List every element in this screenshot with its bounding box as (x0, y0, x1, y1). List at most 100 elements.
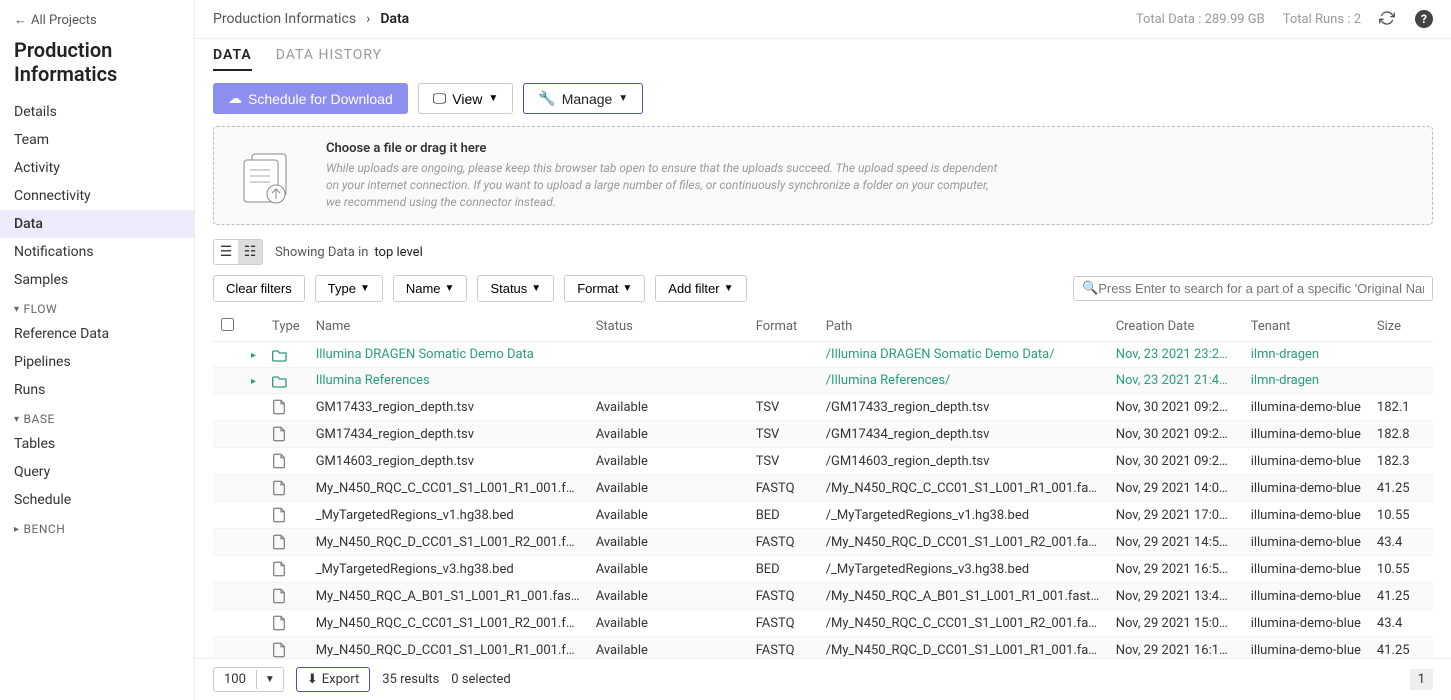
col-name[interactable]: Name (308, 312, 588, 342)
col-tenant[interactable]: Tenant (1243, 312, 1369, 342)
group-flow[interactable]: ▾ FLOW (0, 294, 194, 320)
row-tenant: illumina-demo-blue (1243, 421, 1369, 448)
row-name[interactable]: My_N450_RQC_C_CC01_S1_L001_R2_001.fastq.… (308, 610, 588, 637)
nav-runs[interactable]: Runs (0, 376, 194, 404)
col-date[interactable]: Creation Date (1108, 312, 1243, 342)
arrow-left-icon: ← (14, 12, 27, 28)
row-name[interactable]: My_N450_RQC_C_CC01_S1_L001_R1_001.fastq.… (308, 475, 588, 502)
page-number[interactable]: 1 (1410, 669, 1433, 690)
view-button[interactable]: 🖵 View ▼ (418, 83, 514, 114)
refresh-icon[interactable] (1379, 10, 1397, 28)
row-name[interactable]: My_N450_RQC_D_CC01_S1_L001_R1_001.fastq.… (308, 637, 588, 658)
nav-samples[interactable]: Samples (0, 266, 194, 294)
table-row[interactable]: GM14603_region_depth.tsvAvailableTSV/GM1… (213, 448, 1433, 475)
table-row[interactable]: _MyTargetedRegions_v1.hg38.bedAvailableB… (213, 502, 1433, 529)
nav-details[interactable]: Details (0, 98, 194, 126)
row-date: Nov, 23 2021 23:26:… (1108, 342, 1243, 368)
file-icon (264, 502, 308, 529)
folder-icon (264, 342, 308, 368)
nav-connectivity[interactable]: Connectivity (0, 182, 194, 210)
row-tenant: illumina-demo-blue (1243, 448, 1369, 475)
file-icon (264, 556, 308, 583)
manage-button[interactable]: 🔧 Manage ▼ (523, 83, 643, 114)
row-name[interactable]: My_N450_RQC_D_CC01_S1_L001_R2_001.fastq.… (308, 529, 588, 556)
nav-activity[interactable]: Activity (0, 154, 194, 182)
expand-icon[interactable]: ▸ (251, 376, 256, 387)
nav-schedule[interactable]: Schedule (0, 486, 194, 514)
file-icon (264, 421, 308, 448)
table-row[interactable]: _MyTargetedRegions_v3.hg38.bedAvailableB… (213, 556, 1433, 583)
table-row[interactable]: My_N450_RQC_A_B01_S1_L001_R1_001.fastq.g… (213, 583, 1433, 610)
row-status: Available (588, 475, 748, 502)
file-dropzone[interactable]: Choose a file or drag it here While uplo… (213, 126, 1433, 225)
row-name[interactable]: Illumina DRAGEN Somatic Demo Data (308, 342, 588, 368)
table-row[interactable]: My_N450_RQC_C_CC01_S1_L001_R1_001.fastq.… (213, 475, 1433, 502)
row-name[interactable]: GM17434_region_depth.tsv (308, 421, 588, 448)
table-row[interactable]: ▸Illumina DRAGEN Somatic Demo Data/Illum… (213, 342, 1433, 368)
search-input[interactable] (1098, 281, 1424, 296)
row-name[interactable]: My_N450_RQC_A_B01_S1_L001_R1_001.fastq.g… (308, 583, 588, 610)
row-path: /GM17434_region_depth.tsv (818, 421, 1108, 448)
row-name[interactable]: _MyTargetedRegions_v3.hg38.bed (308, 556, 588, 583)
caret-icon: ▾ (14, 414, 20, 425)
nav-reference-data[interactable]: Reference Data (0, 320, 194, 348)
list-view-toggle[interactable]: ☰ (214, 240, 238, 264)
table-row[interactable]: GM17433_region_depth.tsvAvailableTSV/GM1… (213, 394, 1433, 421)
export-button[interactable]: ⬇ Export (296, 667, 370, 692)
row-date: Nov, 23 2021 21:45:… (1108, 368, 1243, 394)
schedule-download-button[interactable]: ☁ Schedule for Download (213, 83, 408, 114)
row-name[interactable]: GM14603_region_depth.tsv (308, 448, 588, 475)
table-row[interactable]: GM17434_region_depth.tsvAvailableTSV/GM1… (213, 421, 1433, 448)
row-size: 43.4 (1369, 610, 1433, 637)
nav-notifications[interactable]: Notifications (0, 238, 194, 266)
expand-icon[interactable]: ▸ (251, 350, 256, 361)
row-format: FASTQ (748, 475, 818, 502)
select-all-checkbox[interactable] (221, 318, 234, 331)
filter-type[interactable]: Type ▼ (315, 275, 383, 302)
tab-data-history[interactable]: DATA HISTORY (276, 47, 382, 71)
tab-data[interactable]: DATA (213, 47, 252, 71)
page-size-select[interactable]: 100▼ (213, 667, 284, 692)
row-tenant: illumina-demo-blue (1243, 610, 1369, 637)
col-format[interactable]: Format (748, 312, 818, 342)
back-all-projects[interactable]: ← All Projects (0, 12, 194, 38)
nav-query[interactable]: Query (0, 458, 194, 486)
row-format (748, 342, 818, 368)
row-format: TSV (748, 421, 818, 448)
row-name[interactable]: _MyTargetedRegions_v1.hg38.bed (308, 502, 588, 529)
table-row[interactable]: My_N450_RQC_D_CC01_S1_L001_R2_001.fastq.… (213, 529, 1433, 556)
col-size[interactable]: Size (1369, 312, 1433, 342)
filter-status[interactable]: Status ▼ (477, 275, 554, 302)
row-size: 10.55 (1369, 502, 1433, 529)
file-icon (264, 637, 308, 658)
clear-filters-button[interactable]: Clear filters (213, 275, 305, 302)
nav-tables[interactable]: Tables (0, 430, 194, 458)
nav-pipelines[interactable]: Pipelines (0, 348, 194, 376)
col-type[interactable]: Type (264, 312, 308, 342)
tree-view-toggle[interactable]: ☷ (238, 240, 262, 264)
add-filter-button[interactable]: Add filter ▼ (655, 275, 746, 302)
table-row[interactable]: My_N450_RQC_D_CC01_S1_L001_R1_001.fastq.… (213, 637, 1433, 658)
nav-team[interactable]: Team (0, 126, 194, 154)
col-path[interactable]: Path (818, 312, 1108, 342)
col-status[interactable]: Status (588, 312, 748, 342)
row-status (588, 368, 748, 394)
file-icon (264, 475, 308, 502)
table-row[interactable]: ▸Illumina References/Illumina References… (213, 368, 1433, 394)
row-status: Available (588, 556, 748, 583)
row-name[interactable]: Illumina References (308, 368, 588, 394)
group-base[interactable]: ▾ BASE (0, 404, 194, 430)
group-bench[interactable]: ▸ BENCH (0, 514, 194, 540)
row-tenant: illumina-demo-blue (1243, 556, 1369, 583)
search-box[interactable]: 🔍 (1073, 276, 1433, 301)
row-date: Nov, 30 2021 09:25:… (1108, 448, 1243, 475)
filter-format[interactable]: Format ▼ (564, 275, 645, 302)
breadcrumb-parent[interactable]: Production Informatics (213, 11, 356, 27)
filter-name[interactable]: Name ▼ (393, 275, 468, 302)
row-name[interactable]: GM17433_region_depth.tsv (308, 394, 588, 421)
row-path: /My_N450_RQC_A_B01_S1_L001_R1_001.fastq.… (818, 583, 1108, 610)
row-size: 182.3 (1369, 448, 1433, 475)
table-row[interactable]: My_N450_RQC_C_CC01_S1_L001_R2_001.fastq.… (213, 610, 1433, 637)
help-icon[interactable]: ? (1415, 10, 1433, 28)
nav-data[interactable]: Data (0, 210, 194, 238)
